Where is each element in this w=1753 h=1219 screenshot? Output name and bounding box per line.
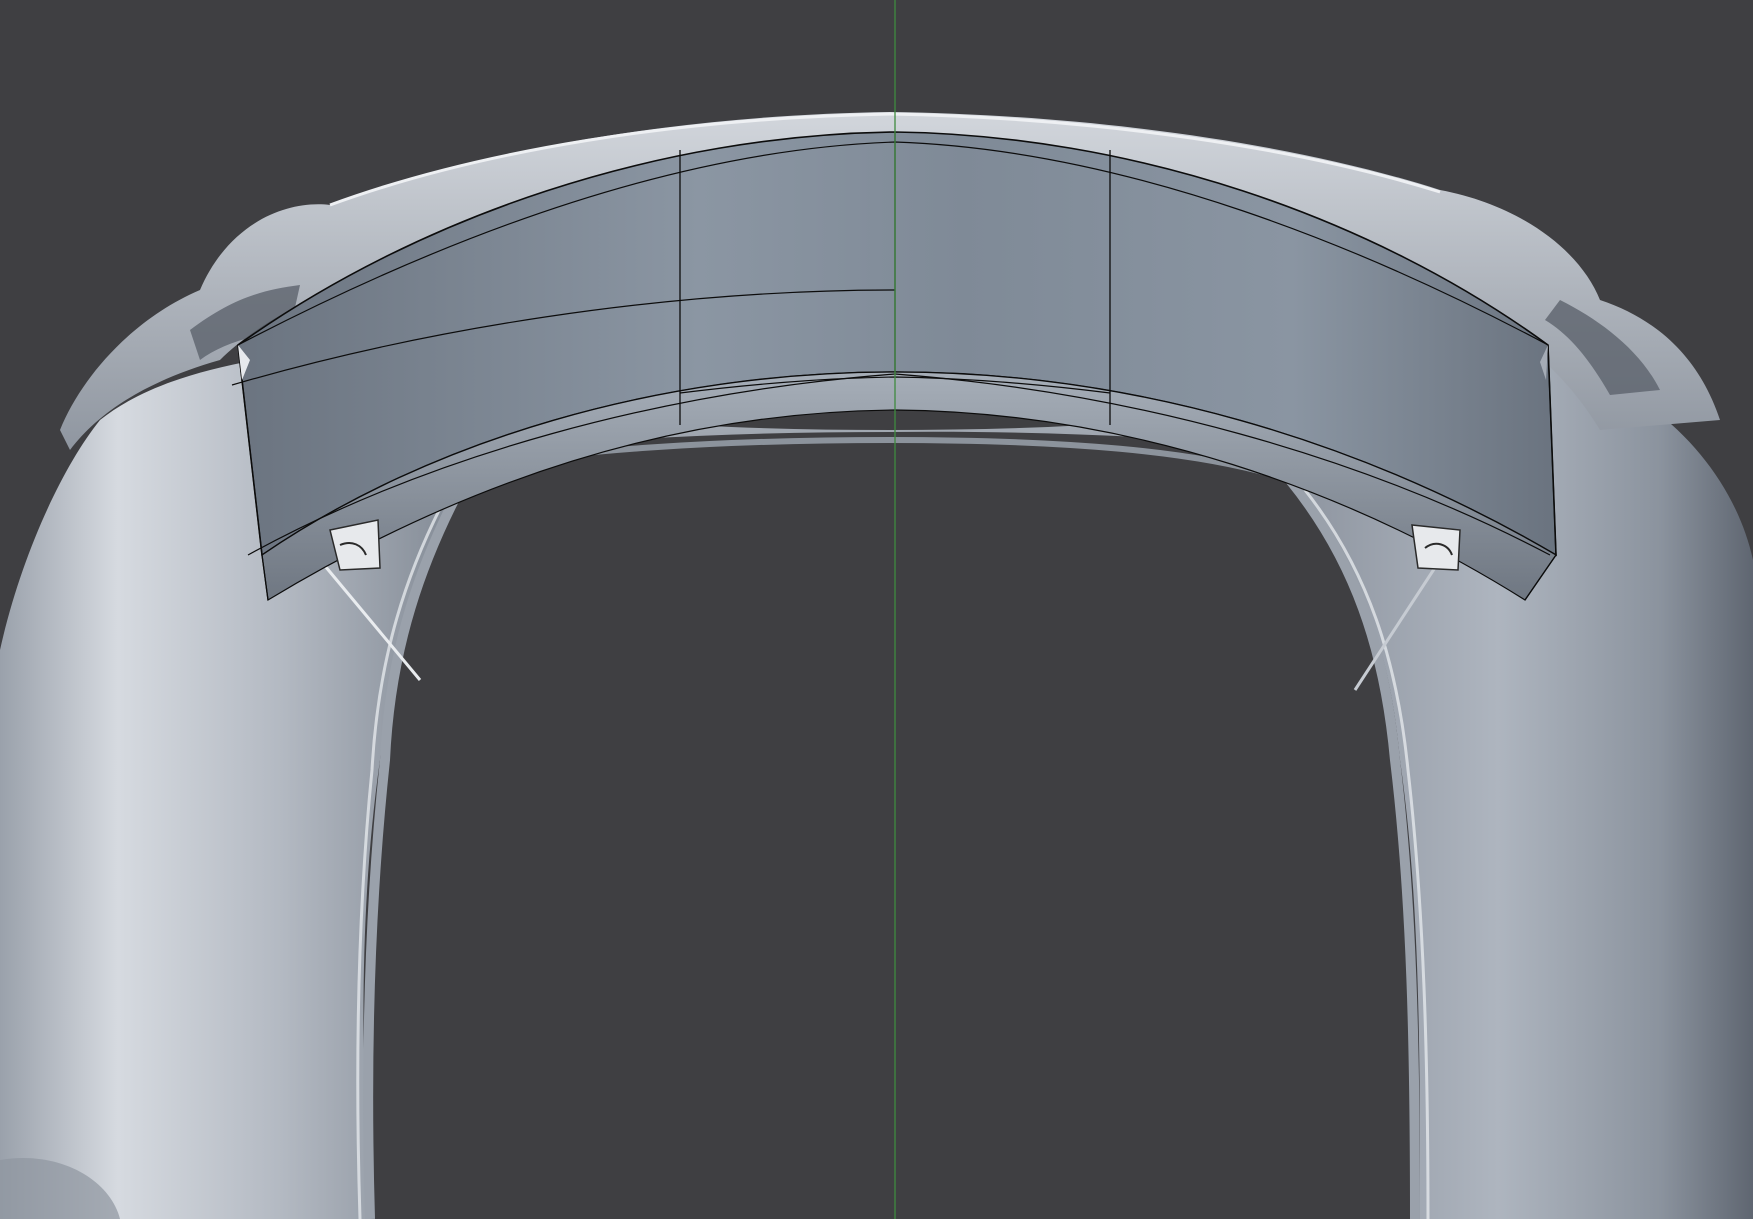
viewport-canvas[interactable]: [0, 0, 1753, 1219]
3d-viewport[interactable]: [0, 0, 1753, 1219]
spoiler-mount-right[interactable]: [1411, 524, 1461, 571]
